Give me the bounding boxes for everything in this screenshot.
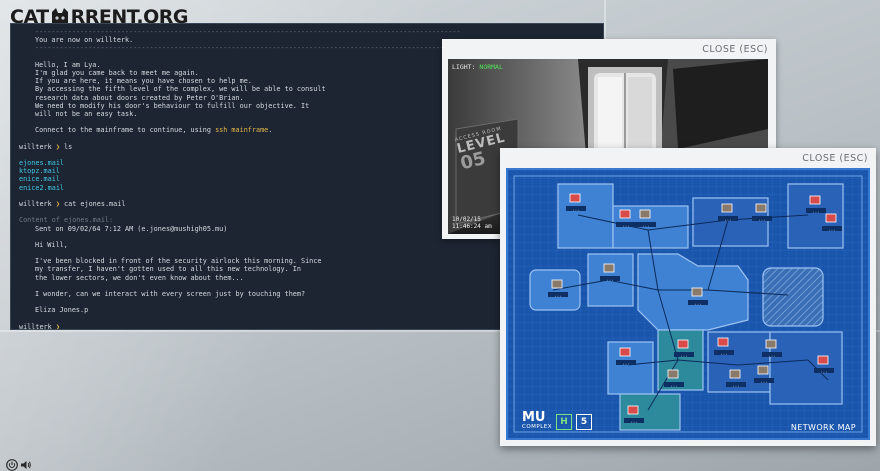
network-node-label: ... — [554, 292, 561, 297]
network-node-label: ... — [680, 352, 687, 357]
network-node-label: ... — [622, 222, 629, 227]
terminal-text: Hello, I am Lya. — [35, 60, 101, 69]
terminal-text: ----------------------------------------… — [35, 44, 461, 53]
speaker-icon[interactable] — [20, 456, 32, 469]
terminal-text: ejones.mail — [19, 159, 65, 167]
complex-brand: MU COMPLEX H 5 — [522, 410, 593, 430]
terminal-text: We need to modify his door's behaviour t… — [35, 101, 310, 110]
terminal-text: Content of ejones.mail: — [19, 216, 114, 225]
network-node-label: ... — [670, 382, 677, 387]
network-node-label: ... — [572, 206, 579, 211]
power-icon[interactable] — [6, 456, 18, 471]
terminal-text: ----------------------------------------… — [35, 28, 461, 36]
network-node-label: ... — [828, 226, 835, 231]
light-label: LIGHT: — [452, 63, 476, 71]
terminal-text: . — [268, 126, 273, 135]
network-node-label: ... — [760, 378, 767, 383]
terminal-text: If you are here, it means you have chose… — [35, 77, 252, 86]
bg-stripe — [604, 0, 606, 40]
level-badge: 5 — [576, 414, 593, 430]
brand-logo: MU — [522, 410, 546, 425]
terminal-text: my transfer, I haven't gotten used to al… — [35, 265, 301, 274]
map-close-button[interactable]: CLOSE (ESC) — [802, 153, 868, 164]
network-node-label: ... — [724, 216, 731, 221]
terminal-text: I wonder, can we interact with every scr… — [35, 290, 306, 298]
terminal-text: the lower sectors, we don't even know ab… — [35, 273, 244, 282]
terminal-text: Hi Will, — [35, 240, 68, 249]
network-node-label: ... — [720, 350, 727, 355]
prompt-host: willterk — [19, 199, 52, 208]
terminal-command-hint: ssh mainframe — [215, 126, 269, 135]
network-node-label: ... — [606, 276, 613, 281]
network-node-label: ... — [622, 360, 629, 365]
sector-badge: H — [556, 414, 573, 430]
terminal-text: ktopz.mail — [19, 167, 60, 176]
network-node-label: ... — [642, 222, 649, 227]
network-node-label: ... — [694, 300, 701, 305]
light-indicator: LIGHT: NORMAL — [452, 63, 503, 71]
prompt-arrow-icon: ❯ — [51, 142, 65, 151]
camera-timestamp: 10/02/15 11:46:24 am — [452, 216, 492, 230]
prompt-command: cat ejones.mail — [64, 199, 126, 208]
network-node-label: ... — [758, 216, 765, 221]
camera-close-button[interactable]: CLOSE (ESC) — [702, 44, 768, 55]
network-node-label: ... — [732, 382, 739, 387]
terminal-text: I'm glad you came back to meet me again. — [35, 68, 199, 77]
network-node-label: ... — [768, 352, 775, 357]
camera-time: 11:46:24 am — [452, 223, 492, 230]
prompt-command: ls — [64, 142, 73, 151]
network-node-label: ... — [812, 208, 819, 213]
prompt-arrow-icon: ❯ — [51, 322, 65, 330]
terminal-text: Connect to the mainframe to continue, us… — [35, 126, 216, 135]
terminal-text: By accessing the fifth level of the comp… — [35, 85, 326, 94]
terminal-text: I've been blocked in front of the securi… — [35, 257, 322, 266]
map-blueprint: ........................................… — [508, 170, 868, 438]
terminal-text: research data about doors created by Pet… — [35, 93, 244, 102]
terminal-text: enice2.mail — [19, 183, 65, 192]
terminal-text: will not be an easy task. — [35, 109, 138, 118]
network-node-label: ... — [820, 368, 827, 373]
prompt-host: willterk — [19, 142, 52, 151]
terminal-text: You are now on willterk. — [35, 36, 134, 45]
prompt-arrow-icon: ❯ — [51, 199, 65, 208]
camera-date: 10/02/15 — [452, 216, 481, 223]
network-map-panel: CLOSE (ESC) ... ... ... ... ... ... ... … — [500, 148, 876, 446]
network-node-label: ... — [630, 418, 637, 423]
terminal-text: Sent on 09/02/64 7:12 AM (e.jones@mushig… — [35, 224, 228, 233]
map-title: NETWORK MAP — [790, 423, 856, 432]
brand-sub: COMPLEX — [522, 424, 553, 430]
prompt-host: willterk — [19, 322, 52, 330]
network-map: ........................................… — [506, 168, 870, 440]
terminal-line: ----------------------------------------… — [19, 28, 595, 36]
terminal-text: Eliza Jones.p — [35, 306, 89, 315]
terminal-text: enice.mail — [19, 175, 60, 184]
light-status: NORMAL — [479, 63, 503, 71]
